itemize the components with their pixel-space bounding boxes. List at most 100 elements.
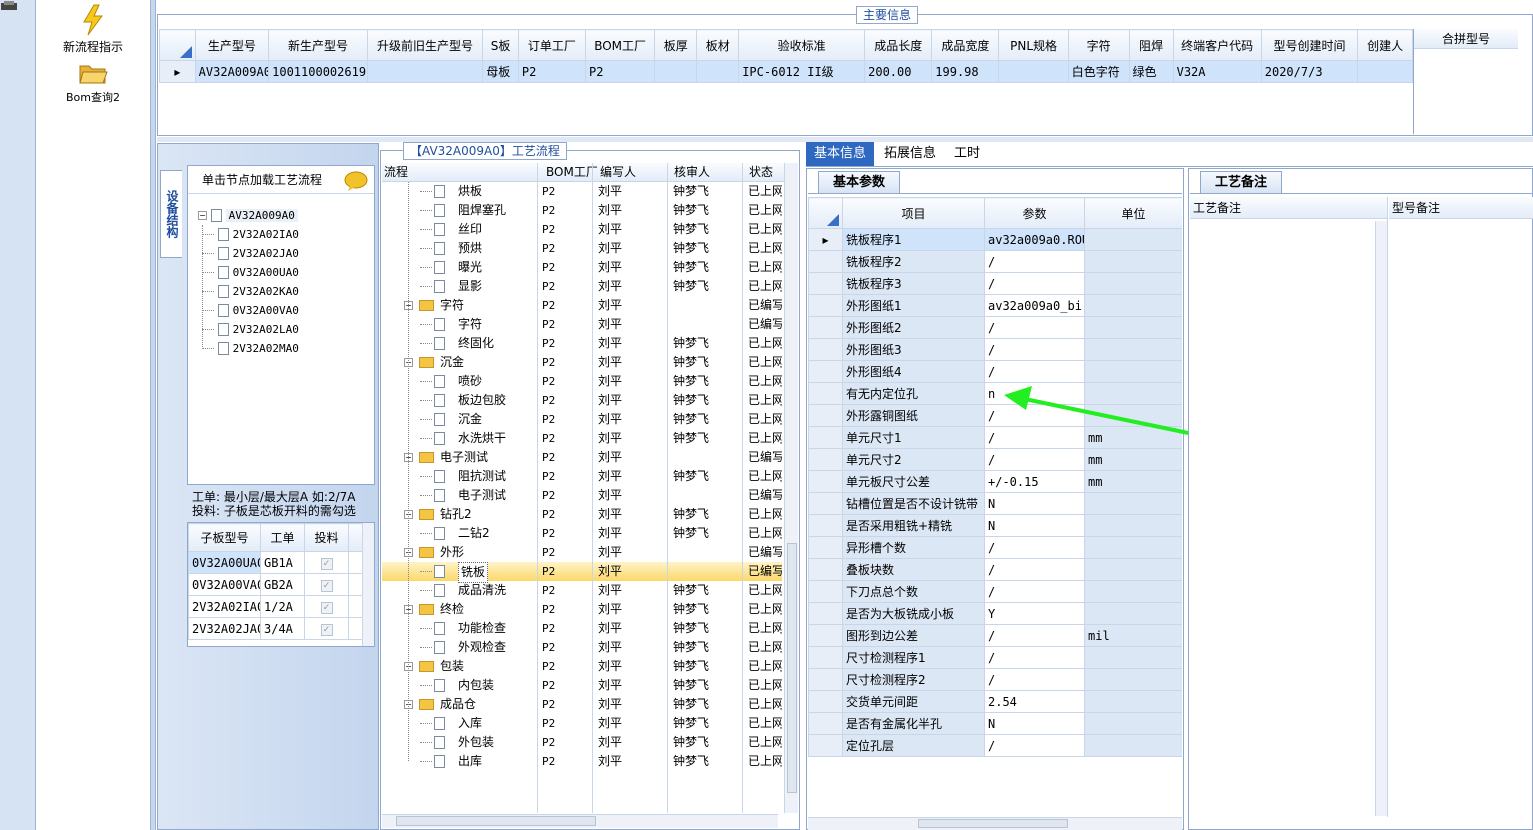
param-value-cell[interactable]: / bbox=[984, 668, 1085, 691]
flow-row[interactable]: − 沉金 P2 刘平 钟梦飞 已上网 bbox=[382, 353, 782, 372]
flow-row[interactable]: 喷砂 P2 刘平 钟梦飞 已上网 bbox=[382, 372, 782, 391]
param-value-cell[interactable]: N bbox=[984, 492, 1085, 515]
flow-row[interactable]: 预烘 P2 刘平 钟梦飞 已上网 bbox=[382, 239, 782, 258]
param-value-cell[interactable]: 2.54 bbox=[984, 690, 1085, 713]
param-row[interactable]: 外形图纸2/ bbox=[808, 316, 1182, 339]
tree-node-child[interactable]: 0V32A00VA0 bbox=[202, 301, 299, 320]
row-indicator[interactable]: ▸ bbox=[808, 228, 843, 251]
cell-14[interactable]: V32A bbox=[1172, 60, 1262, 83]
sub-board-row[interactable]: 0V32A00UA0 GB1A ✓ bbox=[188, 551, 365, 574]
param-value-cell[interactable]: / bbox=[984, 646, 1085, 669]
param-value-cell[interactable]: / bbox=[984, 558, 1085, 581]
flow-row[interactable]: 出库 P2 刘平 钟梦飞 已上网 bbox=[382, 752, 782, 771]
cell-2[interactable] bbox=[366, 60, 484, 83]
flow-vscrollbar[interactable] bbox=[784, 163, 798, 813]
remarks-scrollbar[interactable] bbox=[1375, 221, 1387, 816]
param-row[interactable]: 图形到边公差 / mil bbox=[808, 624, 1182, 647]
row-indicator[interactable] bbox=[808, 316, 843, 339]
tree-node-child[interactable]: 2V32A02MA0 bbox=[202, 339, 299, 358]
row-indicator[interactable] bbox=[808, 294, 843, 317]
row-indicator[interactable] bbox=[808, 470, 843, 493]
flow-row[interactable]: 电子测试 P2 刘平 已编写 bbox=[382, 486, 782, 505]
cell-12[interactable]: 白色字符 bbox=[1067, 60, 1130, 83]
flow-row[interactable]: 入库 P2 刘平 钟梦飞 已上网 bbox=[382, 714, 782, 733]
sub-column-header[interactable]: 投料 bbox=[304, 523, 349, 552]
sub-order-cell[interactable]: GB1A bbox=[260, 551, 305, 574]
cell-16[interactable] bbox=[1357, 60, 1413, 83]
flow-hscroll-thumb[interactable] bbox=[396, 816, 596, 826]
nav-item-new-flow[interactable]: 新流程指示 bbox=[36, 4, 150, 55]
cell-7[interactable] bbox=[696, 60, 740, 83]
cell-4[interactable]: P2 bbox=[517, 60, 587, 83]
row-indicator[interactable] bbox=[808, 690, 843, 713]
checkbox[interactable]: ✓ bbox=[320, 624, 333, 636]
param-column-header[interactable]: 参数 bbox=[984, 197, 1085, 229]
splitter[interactable] bbox=[150, 0, 156, 830]
param-column-header[interactable]: 项目 bbox=[842, 197, 985, 229]
flow-row[interactable]: 二钻2 P2 刘平 钟梦飞 已上网 bbox=[382, 524, 782, 543]
row-indicator[interactable] bbox=[808, 668, 843, 691]
param-row[interactable]: 定位孔层 / bbox=[808, 734, 1182, 757]
column-header[interactable]: 型号创建时间 bbox=[1260, 29, 1359, 61]
param-value-cell[interactable]: Y bbox=[984, 602, 1085, 625]
flow-column-header[interactable]: 编写人 bbox=[600, 163, 636, 182]
sub-model-cell[interactable]: 0V32A00UA0 bbox=[188, 551, 261, 574]
cell-13[interactable]: 绿色 bbox=[1128, 60, 1174, 83]
flow-row[interactable]: − 电子测试 P2 刘平 已编写 bbox=[382, 448, 782, 467]
collapse-icon[interactable]: − bbox=[198, 211, 207, 220]
flow-row[interactable]: 丝印 P2 刘平 钟梦飞 已上网 bbox=[382, 220, 782, 239]
param-column-header[interactable]: 单位 bbox=[1084, 197, 1182, 229]
params-hscrollbar[interactable] bbox=[808, 817, 1182, 830]
param-value-cell[interactable]: / bbox=[984, 624, 1085, 647]
tree-node-child[interactable]: 2V32A02IA0 bbox=[202, 225, 299, 244]
sub-column-header[interactable]: 工单 bbox=[260, 523, 305, 552]
row-indicator[interactable] bbox=[808, 360, 843, 383]
subtab-process-remarks[interactable]: 工艺备注 bbox=[1200, 171, 1283, 193]
cell-10[interactable]: 199.98 bbox=[931, 60, 1000, 83]
sub-column-header[interactable]: 子板型号 bbox=[188, 523, 261, 552]
column-header[interactable]: 字符 bbox=[1067, 29, 1130, 61]
param-value-cell[interactable]: / bbox=[984, 272, 1085, 295]
cell-1[interactable]: 10011000026191 bbox=[268, 60, 368, 83]
param-value-cell[interactable]: / bbox=[984, 536, 1085, 559]
flow-row[interactable]: 字符 P2 刘平 已编写 bbox=[382, 315, 782, 334]
flow-row[interactable]: 功能检查 P2 刘平 钟梦飞 已上网 bbox=[382, 619, 782, 638]
row-indicator[interactable] bbox=[808, 272, 843, 295]
model-remarks-input[interactable] bbox=[1389, 219, 1529, 814]
flow-row[interactable]: − 钻孔2 P2 刘平 钟梦飞 已上网 bbox=[382, 505, 782, 524]
row-indicator[interactable] bbox=[808, 338, 843, 361]
cell-6[interactable] bbox=[654, 60, 698, 83]
tab-structure[interactable]: 设备结构 bbox=[160, 170, 182, 258]
flow-row[interactable]: 板边包胶 P2 刘平 钟梦飞 已上网 bbox=[382, 391, 782, 410]
param-value-cell[interactable]: N bbox=[984, 514, 1085, 537]
param-row[interactable]: 尺寸检测程序2/ bbox=[808, 668, 1182, 691]
row-indicator[interactable] bbox=[808, 712, 843, 735]
cell-9[interactable]: 200.00 bbox=[864, 60, 933, 83]
tree-node-child[interactable]: 2V32A02KA0 bbox=[202, 282, 299, 301]
flow-hscrollbar[interactable] bbox=[382, 814, 778, 828]
flow-row[interactable]: 终固化 P2 刘平 钟梦飞 已上网 bbox=[382, 334, 782, 353]
flow-row[interactable]: − 成品仓 P2 刘平 钟梦飞 已上网 bbox=[382, 695, 782, 714]
flow-row[interactable]: 显影 P2 刘平 钟梦飞 已上网 bbox=[382, 277, 782, 296]
tab-work-hours[interactable]: 工时 bbox=[946, 142, 988, 166]
tab-extended-info[interactable]: 拓展信息 bbox=[876, 142, 944, 166]
param-value-cell[interactable]: N bbox=[984, 712, 1085, 735]
app-icon[interactable] bbox=[0, 0, 20, 12]
cell-8[interactable]: IPC-6012 II级 bbox=[738, 60, 866, 83]
param-value-cell[interactable]: / bbox=[984, 580, 1085, 603]
row-indicator[interactable] bbox=[808, 734, 843, 757]
flow-row[interactable]: 阻焊塞孔 P2 刘平 钟梦飞 已上网 bbox=[382, 201, 782, 220]
flow-column-header[interactable]: BOM工厂 bbox=[546, 163, 598, 182]
row-indicator[interactable] bbox=[808, 558, 843, 581]
param-value-cell[interactable]: / bbox=[984, 316, 1085, 339]
tab-basic-info[interactable]: 基本信息 bbox=[806, 142, 875, 166]
column-header[interactable]: 阻焊 bbox=[1128, 29, 1174, 61]
column-header[interactable]: 升级前旧生产型号 bbox=[366, 29, 484, 61]
flow-row[interactable]: − 终检 P2 刘平 钟梦飞 已上网 bbox=[382, 600, 782, 619]
row-indicator[interactable] bbox=[808, 382, 843, 405]
row-indicator[interactable] bbox=[808, 448, 843, 471]
param-row[interactable]: 叠板块数 / bbox=[808, 558, 1182, 581]
column-header[interactable]: 生产型号 bbox=[194, 29, 270, 61]
sub-order-cell[interactable]: 3/4A bbox=[260, 617, 305, 640]
flow-row[interactable]: 内包装 P2 刘平 钟梦飞 已上网 bbox=[382, 676, 782, 695]
